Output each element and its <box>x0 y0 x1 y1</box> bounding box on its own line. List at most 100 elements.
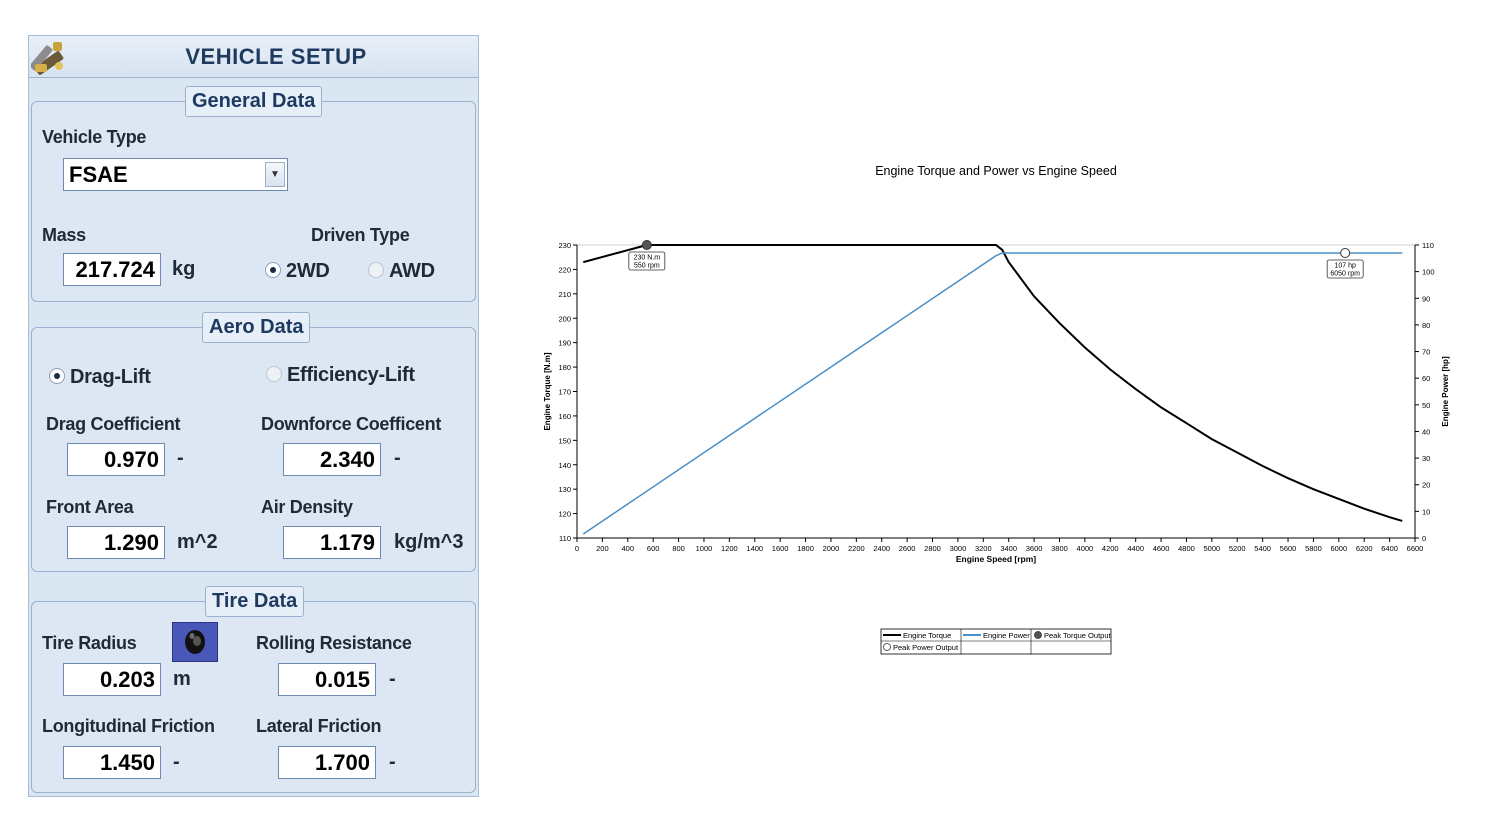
y2-tick-label: 80 <box>1422 321 1430 330</box>
x-tick-label: 6000 <box>1330 544 1347 553</box>
peak-torque-output-label: 230 N.m <box>634 255 661 262</box>
driven-type-label: Driven Type <box>311 225 410 245</box>
x-tick-label: 6600 <box>1407 544 1424 553</box>
y-tick-label: 200 <box>558 314 571 323</box>
legend-label: Peak Power Output <box>893 643 959 652</box>
tire-button[interactable] <box>172 622 218 662</box>
y2-tick-label: 50 <box>1422 401 1430 410</box>
rolling-resistance-label: Rolling Resistance <box>256 633 412 653</box>
rolling-resistance-field[interactable]: 0.015 <box>278 663 376 696</box>
x-tick-label: 4400 <box>1127 544 1144 553</box>
x-tick-label: 6400 <box>1381 544 1398 553</box>
radio-selected-icon <box>49 368 65 384</box>
front-area-unit: m^2 <box>177 531 218 553</box>
engine-power-line <box>582 252 1403 535</box>
tire-radius-field[interactable]: 0.203 <box>63 663 161 696</box>
radio-drag-lift[interactable]: Drag-Lift <box>49 366 169 388</box>
lateral-friction-field[interactable]: 1.700 <box>278 746 376 779</box>
drag-coefficient-field[interactable]: 0.970 <box>67 443 165 476</box>
engine-torque-line <box>583 244 1403 522</box>
y-tick-label: 160 <box>558 412 571 421</box>
general-data-group: General Data Vehicle Type FSAE ▼ Mass 21… <box>31 86 476 302</box>
legend-label: Engine Torque <box>903 631 951 640</box>
y-tick-label: 190 <box>558 339 571 348</box>
aero-data-group: Aero Data Drag-Lift Efficiency-Lift Drag… <box>31 312 476 572</box>
radio-drag-lift-label: Drag-Lift <box>70 366 151 388</box>
general-data-legend: General Data <box>185 86 323 117</box>
vehicle-type-select[interactable]: FSAE ▼ <box>63 158 288 191</box>
front-area-field[interactable]: 1.290 <box>67 526 165 559</box>
y2-tick-label: 10 <box>1422 507 1430 516</box>
y2-tick-label: 100 <box>1422 268 1435 277</box>
x-tick-label: 1600 <box>772 544 789 553</box>
x-tick-label: 0 <box>575 544 579 553</box>
legend-swatch <box>883 643 891 651</box>
radio-selected-icon <box>265 262 281 278</box>
x-tick-label: 1000 <box>696 544 713 553</box>
y2-tick-label: 90 <box>1422 294 1430 303</box>
x-tick-label: 800 <box>672 544 685 553</box>
radio-2wd[interactable]: 2WD <box>265 260 335 282</box>
x-tick-label: 3800 <box>1051 544 1068 553</box>
x-tick-label: 5400 <box>1254 544 1271 553</box>
y2-tick-label: 20 <box>1422 481 1430 490</box>
lateral-friction-label: Lateral Friction <box>256 716 382 736</box>
y-tick-label: 110 <box>559 534 571 543</box>
lateral-friction-unit: - <box>389 751 396 773</box>
y-tick-label: 170 <box>558 388 571 397</box>
x-tick-label: 4200 <box>1102 544 1119 553</box>
x-tick-label: 3600 <box>1026 544 1043 553</box>
radio-efficiency-lift-label: Efficiency-Lift <box>287 364 415 386</box>
y2-tick-label: 110 <box>1422 241 1434 250</box>
radio-2wd-label: 2WD <box>286 260 330 282</box>
x-tick-label: 2200 <box>848 544 865 553</box>
y-tick-label: 150 <box>558 436 571 445</box>
x-tick-label: 6200 <box>1356 544 1373 553</box>
chart-title: Engine Torque and Power vs Engine Speed <box>875 164 1117 178</box>
x-tick-label: 400 <box>622 544 635 553</box>
legend-swatch <box>1034 631 1042 639</box>
y-tick-label: 120 <box>558 510 571 519</box>
x-tick-label: 3400 <box>1000 544 1017 553</box>
longitudinal-friction-field[interactable]: 1.450 <box>63 746 161 779</box>
radio-awd[interactable]: AWD <box>368 260 448 282</box>
downforce-coefficient-field[interactable]: 2.340 <box>283 443 381 476</box>
air-density-unit: kg/m^3 <box>394 531 464 553</box>
x-tick-label: 1200 <box>721 544 738 553</box>
x-tick-label: 600 <box>647 544 660 553</box>
vehicle-setup-panel: VEHICLE SETUP General Data Vehicle Type … <box>28 35 479 797</box>
radio-unselected-icon <box>368 262 384 278</box>
x-tick-label: 5200 <box>1229 544 1246 553</box>
tire-icon <box>185 630 205 654</box>
mass-field[interactable]: 217.724 <box>63 253 161 286</box>
longitudinal-friction-unit: - <box>173 751 180 773</box>
y-tick-label: 210 <box>558 290 571 299</box>
vehicle-type-label: Vehicle Type <box>42 127 147 147</box>
radio-efficiency-lift[interactable]: Efficiency-Lift <box>266 364 426 386</box>
tire-radius-unit: m <box>173 668 191 690</box>
y2-tick-label: 70 <box>1422 348 1430 357</box>
rolling-resistance-unit: - <box>389 668 396 690</box>
y-tick-label: 140 <box>558 461 571 470</box>
x-tick-label: 5600 <box>1280 544 1297 553</box>
y2-axis-title: Engine Power [hp] <box>1441 356 1450 427</box>
x-tick-label: 2600 <box>899 544 916 553</box>
chevron-down-icon[interactable]: ▼ <box>265 162 285 187</box>
x-tick-label: 4000 <box>1077 544 1094 553</box>
mass-label: Mass <box>42 225 86 245</box>
y-tick-label: 220 <box>558 265 571 274</box>
y2-tick-label: 30 <box>1422 454 1430 463</box>
downforce-coefficient-label: Downforce Coefficent <box>261 414 442 434</box>
x-tick-label: 5800 <box>1305 544 1322 553</box>
x-tick-label: 1800 <box>797 544 814 553</box>
downforce-coefficient-unit: - <box>394 447 401 469</box>
aero-data-legend: Aero Data <box>202 312 311 343</box>
y-tick-label: 130 <box>558 485 571 494</box>
engine-chart: Engine Torque and Power vs Engine Speed 0… <box>543 164 1450 655</box>
x-tick-label: 5000 <box>1204 544 1221 553</box>
x-tick-label: 1400 <box>746 544 763 553</box>
x-tick-label: 3200 <box>975 544 992 553</box>
x-tick-label: 200 <box>596 544 609 553</box>
air-density-field[interactable]: 1.179 <box>283 526 381 559</box>
panel-title: VEHICLE SETUP <box>185 44 367 69</box>
